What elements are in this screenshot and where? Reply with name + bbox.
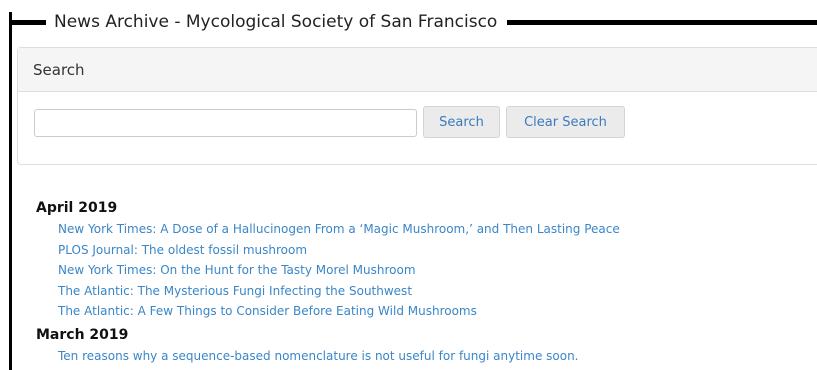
page-title-bar: News Archive - Mycological Society of Sa… [12,8,817,36]
news-link[interactable]: New York Times: A Dose of a Hallucinogen… [58,222,620,236]
page-title: News Archive - Mycological Society of Sa… [54,12,498,32]
month-heading-march-2019: March 2019 [36,326,129,343]
page: News Archive - Mycological Society of Sa… [0,0,817,370]
search-input[interactable] [34,109,417,137]
news-link[interactable]: The Atlantic: The Mysterious Fungi Infec… [58,284,412,298]
news-link[interactable]: New York Times: On the Hunt for the Tast… [58,263,416,277]
news-link[interactable]: Ten reasons why a sequence-based nomencl… [58,349,579,363]
list-item: PLOS Journal: The oldest fossil mushroom [58,240,796,261]
month-items-march-2019: Ten reasons why a sequence-based nomencl… [36,346,796,367]
search-button[interactable]: Search [423,106,500,138]
list-item: The Atlantic: A Few Things to Consider B… [58,301,796,322]
search-panel-heading: Search [18,48,817,92]
list-item: New York Times: A Dose of a Hallucinogen… [58,219,796,240]
news-archive-list: April 2019 New York Times: A Dose of a H… [36,197,796,368]
search-panel-body: Search Clear Search [18,92,817,165]
list-item: The Atlantic: The Mysterious Fungi Infec… [58,281,796,302]
list-item: Ten reasons why a sequence-based nomencl… [58,346,796,367]
title-rule-right [507,19,817,25]
search-panel: Search Search Clear Search [17,47,817,165]
title-rule-left [12,19,46,25]
month-heading-april-2019: April 2019 [36,200,118,216]
month-items-april-2019: New York Times: A Dose of a Hallucinogen… [36,219,796,322]
news-link[interactable]: The Atlantic: A Few Things to Consider B… [58,304,477,318]
clear-search-button[interactable]: Clear Search [506,106,625,138]
news-link[interactable]: PLOS Journal: The oldest fossil mushroom [58,243,307,257]
list-item: New York Times: On the Hunt for the Tast… [58,260,796,281]
frame-border-left [9,12,12,370]
